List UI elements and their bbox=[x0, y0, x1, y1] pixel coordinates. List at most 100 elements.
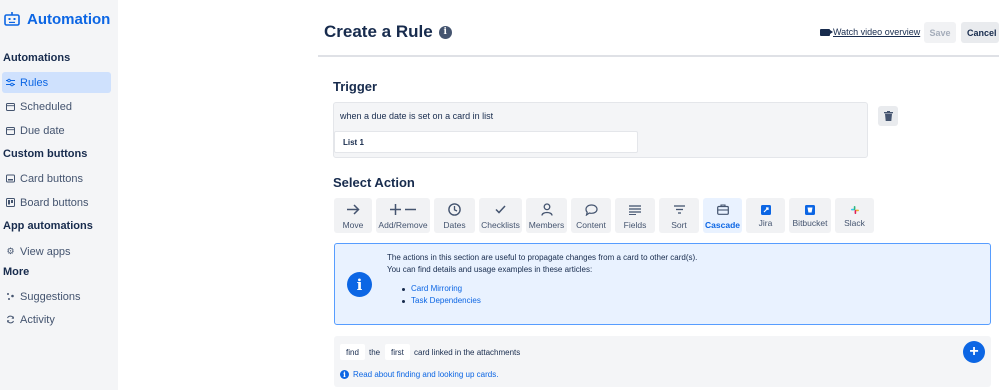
tab-label: Move bbox=[342, 220, 364, 230]
sidebar-item-suggestions[interactable]: Suggestions bbox=[2, 286, 111, 307]
bitbucket-icon bbox=[805, 202, 815, 217]
tab-label: Content bbox=[576, 220, 606, 230]
sidebar-item-label: Board buttons bbox=[20, 196, 89, 209]
calendar-icon bbox=[6, 126, 15, 135]
sidebar-item-card-buttons[interactable]: Card buttons bbox=[2, 168, 111, 189]
add-action-button[interactable]: + bbox=[963, 341, 985, 363]
info-line: The actions in this section are useful t… bbox=[387, 253, 698, 262]
gear-icon: ⚙ bbox=[6, 246, 15, 256]
sidebar-item-rules[interactable]: Rules bbox=[2, 72, 111, 93]
person-icon bbox=[540, 202, 553, 217]
bullet bbox=[402, 300, 405, 303]
section-custom-buttons: Custom buttons bbox=[3, 148, 88, 160]
refresh-icon bbox=[6, 315, 15, 324]
tab-dates[interactable]: Dates bbox=[434, 198, 475, 233]
sidebar-item-activity[interactable]: Activity bbox=[2, 309, 111, 330]
tab-label: Cascade bbox=[705, 220, 740, 230]
info-icon: i bbox=[347, 272, 372, 297]
section-app-automations: App automations bbox=[3, 220, 93, 232]
calendar-icon bbox=[6, 102, 15, 111]
section-more: More bbox=[3, 266, 30, 278]
action-row: find the first card linked in the attach… bbox=[334, 336, 991, 387]
page-title-text: Create a Rule bbox=[324, 22, 433, 41]
tab-sort[interactable]: Sort bbox=[659, 198, 699, 233]
tab-bitbucket[interactable]: Bitbucket bbox=[789, 198, 831, 233]
header-divider bbox=[318, 55, 999, 57]
plus-icon: + bbox=[969, 343, 979, 360]
trigger-text: when a due date is set on a card in list bbox=[340, 111, 494, 121]
save-button[interactable]: Save bbox=[924, 22, 956, 43]
cancel-button[interactable]: Cancel bbox=[961, 22, 999, 43]
bullet bbox=[402, 288, 405, 291]
page-title: Create a Rule i bbox=[324, 22, 452, 42]
first-select[interactable]: first bbox=[385, 344, 410, 360]
tab-add-remove[interactable]: Add/Remove bbox=[376, 198, 430, 233]
checkmark-icon bbox=[495, 202, 506, 217]
select-action-heading: Select Action bbox=[333, 175, 415, 190]
tab-content[interactable]: Content bbox=[571, 198, 611, 233]
static-text: the bbox=[369, 348, 381, 357]
tab-label: Jira bbox=[758, 218, 773, 228]
sidebar-item-label: Suggestions bbox=[20, 290, 81, 303]
tab-checklists[interactable]: Checklists bbox=[479, 198, 522, 233]
tab-label: Fields bbox=[623, 220, 647, 230]
tab-cascade[interactable]: Cascade bbox=[703, 198, 742, 233]
card-mirroring-link[interactable]: Card Mirroring bbox=[411, 284, 462, 293]
lines-icon bbox=[629, 202, 641, 217]
tab-fields[interactable]: Fields bbox=[615, 198, 655, 233]
read-about-label: Read about finding and looking up cards. bbox=[353, 370, 499, 379]
tab-label: Members bbox=[528, 220, 565, 230]
sparkle-icon bbox=[6, 292, 15, 301]
tab-label: Dates bbox=[443, 220, 466, 230]
tab-jira[interactable]: Jira bbox=[746, 198, 785, 233]
tab-label: Slack bbox=[844, 218, 865, 228]
sidebar-item-label: Card buttons bbox=[20, 172, 83, 185]
clock-icon bbox=[448, 202, 461, 217]
trash-icon bbox=[883, 111, 893, 121]
sidebar-item-view-apps[interactable]: ⚙ View apps bbox=[2, 241, 111, 262]
sidebar: Automation Automations Rules Scheduled D… bbox=[0, 0, 118, 390]
tab-label: Bitbucket bbox=[792, 218, 828, 228]
cascade-icon bbox=[716, 202, 729, 217]
brand[interactable]: Automation bbox=[4, 9, 110, 29]
sidebar-item-scheduled[interactable]: Scheduled bbox=[2, 96, 111, 117]
watch-video-link[interactable]: Watch video overview bbox=[820, 27, 920, 37]
sort-icon bbox=[673, 202, 685, 217]
card-icon bbox=[6, 174, 15, 183]
watch-video-label: Watch video overview bbox=[833, 27, 921, 37]
sidebar-item-label: Activity bbox=[20, 313, 55, 326]
find-select[interactable]: find bbox=[340, 344, 365, 360]
tab-move[interactable]: Move bbox=[334, 198, 372, 233]
sidebar-item-label: Due date bbox=[20, 124, 65, 137]
video-camera-icon bbox=[820, 28, 833, 36]
arrow-right-icon bbox=[346, 202, 360, 217]
sidebar-item-board-buttons[interactable]: Board buttons bbox=[2, 192, 111, 213]
delete-trigger-button[interactable] bbox=[878, 106, 898, 126]
plus-minus-icon bbox=[390, 202, 416, 217]
section-automations: Automations bbox=[3, 52, 71, 64]
speech-bubble-icon bbox=[584, 202, 598, 217]
info-icon[interactable]: i bbox=[438, 25, 452, 39]
trigger-heading: Trigger bbox=[333, 79, 378, 94]
sidebar-item-due-date[interactable]: Due date bbox=[2, 120, 111, 141]
info-line: You can find details and usage examples … bbox=[387, 265, 593, 274]
brand-title: Automation bbox=[27, 10, 111, 28]
info-icon: i bbox=[340, 370, 349, 379]
tab-label: Checklists bbox=[481, 220, 520, 230]
robot-icon bbox=[4, 11, 20, 27]
trigger-box: when a due date is set on a card in list… bbox=[333, 102, 868, 158]
sidebar-item-label: View apps bbox=[20, 245, 71, 258]
info-panel: i The actions in this section are useful… bbox=[334, 243, 991, 325]
tab-members[interactable]: Members bbox=[526, 198, 567, 233]
read-about-link[interactable]: i Read about finding and looking up card… bbox=[340, 370, 498, 379]
task-dependencies-link[interactable]: Task Dependencies bbox=[411, 296, 481, 305]
static-text: card linked in the attachments bbox=[414, 348, 521, 357]
slack-icon bbox=[850, 202, 860, 217]
sidebar-item-label: Scheduled bbox=[20, 100, 72, 113]
jira-icon bbox=[760, 202, 771, 217]
list-field[interactable]: List 1 bbox=[334, 131, 638, 153]
sliders-icon bbox=[6, 78, 15, 87]
board-icon bbox=[6, 198, 15, 207]
tab-slack[interactable]: Slack bbox=[835, 198, 874, 233]
sidebar-item-label: Rules bbox=[20, 76, 49, 89]
